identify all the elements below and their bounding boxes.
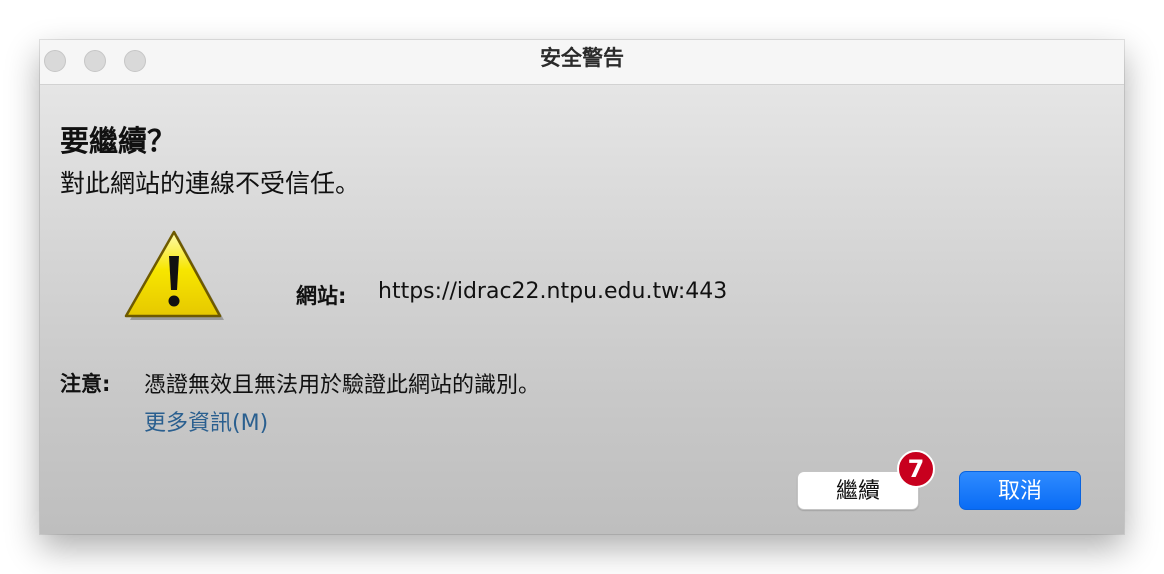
title-bar: 安全警告 bbox=[40, 40, 1124, 85]
cancel-button[interactable]: 取消 bbox=[959, 471, 1081, 510]
site-url: https://idrac22.ntpu.edu.tw:443 bbox=[378, 279, 728, 304]
step-number-badge: 7 bbox=[897, 450, 935, 488]
security-warning-window: 安全警告 要繼續？ 對此網站的連線不受信任。 網站: https://idrac… bbox=[40, 40, 1124, 534]
window-title: 安全警告 bbox=[540, 46, 624, 70]
dialog-heading: 要繼續？ bbox=[60, 124, 177, 158]
note-label: 注意: bbox=[60, 372, 111, 396]
more-info-link[interactable]: 更多資訊(M) bbox=[144, 405, 268, 437]
dialog-subheading: 對此網站的連線不受信任。 bbox=[60, 169, 361, 198]
site-label: 網站: bbox=[296, 284, 347, 308]
note-text: 憑證無效且無法用於驗證此網站的識別。 bbox=[144, 373, 541, 398]
warning-triangle-icon bbox=[124, 230, 224, 320]
